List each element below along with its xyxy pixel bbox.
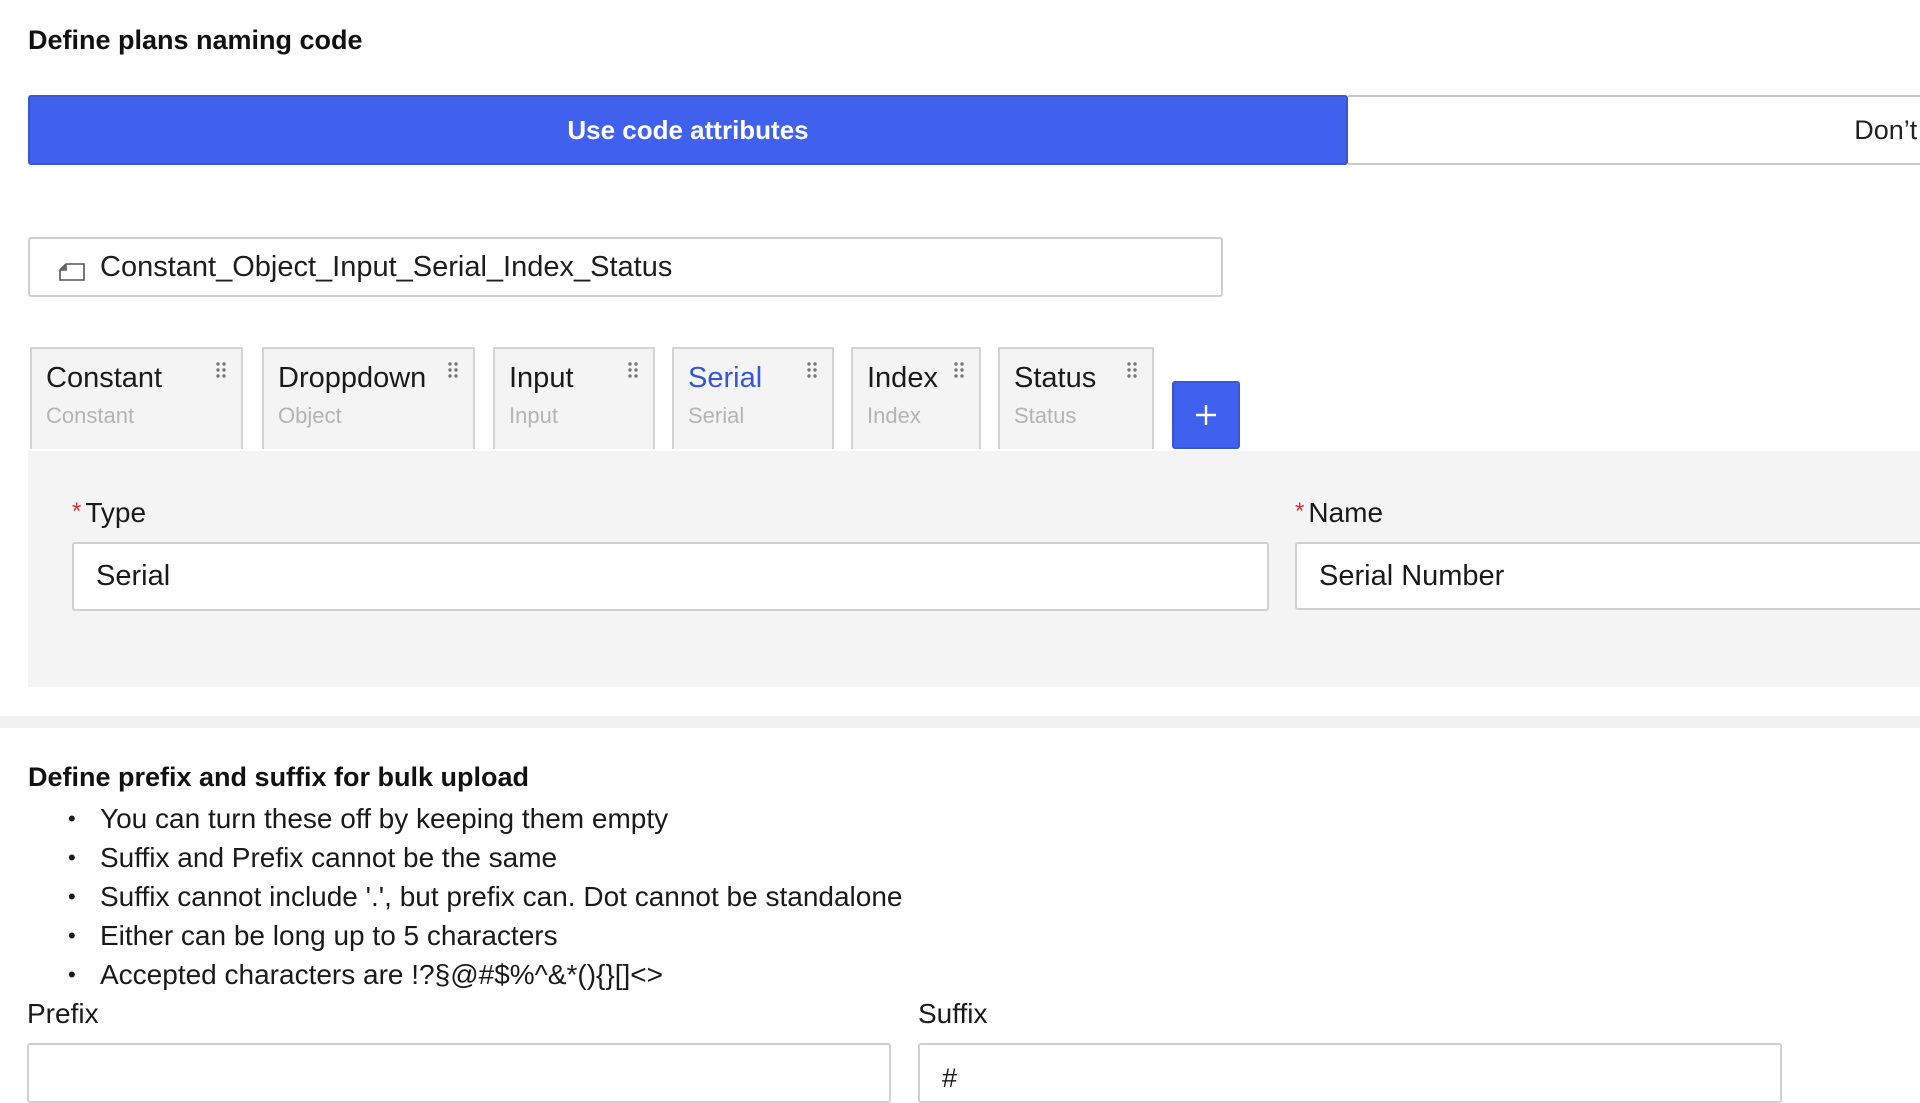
- chip-title: Droppdown: [278, 362, 427, 394]
- code-attribute-chip[interactable]: Index Index: [851, 347, 981, 449]
- bulk-section-title: Define prefix and suffix for bulk upload: [28, 762, 530, 792]
- chip-subtitle: Input: [509, 403, 558, 428]
- code-attribute-chip[interactable]: Serial Serial: [672, 347, 834, 449]
- plus-icon: [1196, 405, 1216, 425]
- section-divider: [0, 716, 1920, 728]
- tag-icon: [58, 257, 86, 281]
- type-label: Type: [85, 497, 147, 528]
- drag-handle-icon[interactable]: [627, 361, 639, 381]
- chip-subtitle: Serial: [688, 403, 745, 428]
- code-attribute-chip[interactable]: Input Input: [493, 347, 655, 449]
- bulk-rule-item: Suffix cannot include '.', but prefix ca…: [28, 877, 1128, 916]
- drag-handle-icon[interactable]: [806, 361, 818, 381]
- chip-subtitle: Constant: [46, 403, 135, 428]
- chip-subtitle: Status: [1014, 403, 1077, 428]
- code-preview-field: Constant_Object_Input_Serial_Index_Statu…: [28, 237, 1223, 297]
- drag-handle-icon[interactable]: [953, 361, 965, 381]
- chip-title: Index: [867, 362, 938, 394]
- chip-subtitle: Index: [867, 403, 921, 428]
- code-attribute-chip[interactable]: Constant Constant: [30, 347, 243, 449]
- drag-handle-icon[interactable]: [215, 361, 227, 381]
- required-mark: *: [72, 498, 82, 525]
- name-field[interactable]: Serial Number: [1295, 542, 1920, 610]
- code-preview-text: Constant_Object_Input_Serial_Index_Statu…: [100, 250, 673, 283]
- dont-define-label: Don’t d: [1854, 114, 1920, 145]
- type-label-row: * Type: [72, 497, 146, 529]
- type-value: Serial: [96, 560, 171, 592]
- bulk-rule-item: Either can be long up to 5 characters: [28, 916, 1128, 955]
- chip-title: Constant: [46, 362, 163, 394]
- required-mark: *: [1295, 498, 1305, 525]
- prefix-label: Prefix: [27, 998, 99, 1029]
- bulk-rule-item: You can turn these off by keeping them e…: [28, 799, 1128, 838]
- code-attribute-chip[interactable]: Droppdown Object: [262, 347, 475, 449]
- drag-handle-icon[interactable]: [447, 361, 459, 381]
- prefix-input[interactable]: [27, 1043, 891, 1103]
- naming-section-title: Define plans naming code: [28, 25, 363, 55]
- bulk-rules-list: You can turn these off by keeping them e…: [28, 799, 1128, 994]
- chip-title: Status: [1014, 362, 1097, 394]
- name-label-row: * Name: [1295, 497, 1383, 529]
- add-attribute-button[interactable]: [1172, 381, 1240, 449]
- drag-handle-icon[interactable]: [1126, 361, 1138, 381]
- dont-define-button[interactable]: Don’t d: [1348, 95, 1920, 165]
- name-label: Name: [1308, 497, 1384, 528]
- suffix-label: Suffix: [918, 998, 988, 1029]
- chip-subtitle: Object: [278, 403, 342, 428]
- type-field[interactable]: Serial: [72, 542, 1269, 611]
- bulk-rule-item: Suffix and Prefix cannot be the same: [28, 838, 1128, 877]
- suffix-value: #: [942, 1063, 958, 1093]
- chip-title: Serial: [688, 362, 763, 394]
- use-code-attributes-button[interactable]: Use code attributes: [28, 95, 1348, 165]
- code-attribute-chip[interactable]: Status Status: [998, 347, 1154, 449]
- suffix-input[interactable]: #: [918, 1043, 1782, 1103]
- bulk-rule-item: Accepted characters are !?§@#$%^&*(){}[]…: [28, 955, 1128, 994]
- chip-title: Input: [509, 362, 574, 394]
- name-value: Serial Number: [1319, 559, 1505, 592]
